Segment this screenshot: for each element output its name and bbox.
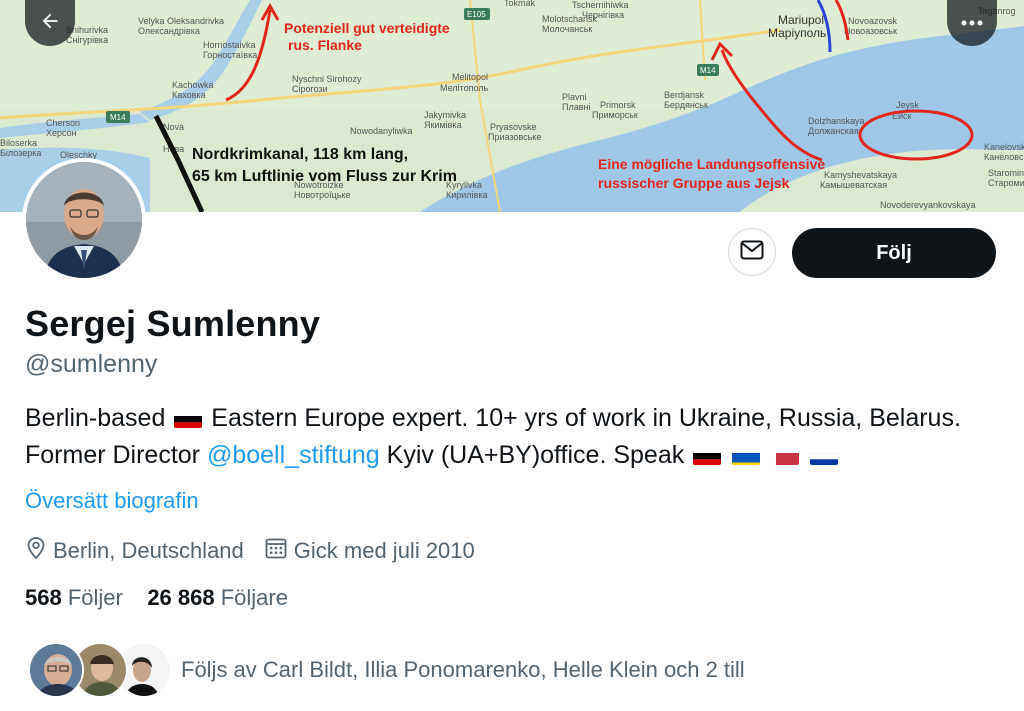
location: Berlin, Deutschland: [25, 536, 244, 566]
svg-text:Berdjansk: Berdjansk: [664, 90, 705, 100]
follow-button[interactable]: Följ: [792, 228, 996, 278]
svg-text:Плавні: Плавні: [562, 102, 590, 112]
svg-text:Бердянськ: Бердянськ: [664, 100, 708, 110]
svg-text:Горностаївка: Горностаївка: [203, 50, 257, 60]
svg-text:Каховка: Каховка: [172, 90, 206, 100]
svg-text:Kanelovska: Kanelovska: [984, 142, 1024, 152]
arrow-left-icon: [39, 10, 61, 37]
svg-text:Melitopol: Melitopol: [452, 72, 488, 82]
followers-count: 26 868: [147, 585, 215, 610]
profile-bio: Berlin-based Eastern Europe expert. 10+ …: [25, 400, 1000, 474]
svg-text:Приморськ: Приморськ: [592, 110, 638, 120]
svg-text:Nyschni Sirohozy: Nyschni Sirohozy: [292, 74, 362, 84]
svg-text:Kachowka: Kachowka: [172, 80, 214, 90]
svg-text:Tokmak: Tokmak: [504, 0, 536, 8]
svg-text:Cherson: Cherson: [46, 118, 80, 128]
svg-text:russischer Gruppe aus Jejsk: russischer Gruppe aus Jejsk: [598, 175, 790, 191]
svg-text:Potenziell gut verteidigte: Potenziell gut verteidigte: [284, 20, 450, 36]
svg-text:Молочанськ: Молочанськ: [542, 24, 592, 34]
location-text: Berlin, Deutschland: [53, 538, 244, 563]
svg-text:Старомин: Старомин: [988, 178, 1024, 188]
join-date-text: Gick med juli 2010: [293, 538, 475, 563]
svg-text:Jeysk: Jeysk: [896, 100, 920, 110]
svg-text:Новоазовськ: Новоазовськ: [844, 26, 897, 36]
svg-text:Сірогози: Сірогози: [292, 84, 328, 94]
svg-text:Мелітополь: Мелітополь: [440, 83, 489, 93]
svg-text:Білозерка: Білозерка: [0, 148, 41, 158]
followers-link[interactable]: 26 868 Följare: [147, 585, 288, 610]
envelope-icon: [740, 240, 764, 265]
display-name: Sergej Sumlenny: [25, 303, 321, 344]
following-count: 568: [25, 585, 62, 610]
svg-text:Херсон: Херсон: [46, 128, 77, 138]
svg-text:E105: E105: [467, 10, 486, 19]
svg-text:65 km Luftlinie vom Fluss zur: 65 km Luftlinie vom Fluss zur Krim: [192, 168, 457, 185]
ukraine-flag-icon: [732, 446, 761, 465]
followed-by-text: Följs av Carl Bildt, Illia Ponomarenko, …: [181, 657, 745, 682]
germany-flag-icon: [693, 446, 722, 465]
svg-text:Nowodanyliwka: Nowodanyliwka: [350, 126, 413, 136]
svg-text:Dolzhanskaya: Dolzhanskaya: [808, 116, 865, 126]
svg-text:Олександрівка: Олександрівка: [138, 26, 200, 36]
svg-text:Eine mögliche Landungsoffensiv: Eine mögliche Landungsoffensive: [598, 156, 825, 172]
message-button[interactable]: [728, 228, 776, 276]
svg-text:Маріуполь: Маріуполь: [768, 26, 826, 40]
svg-text:Primorsk: Primorsk: [600, 100, 636, 110]
svg-text:M14: M14: [110, 113, 126, 122]
germany-flag-icon: [174, 409, 203, 428]
profile-banner[interactable]: M14 M14 E105 Snihurivka Снігурівка Velyk…: [0, 0, 1024, 212]
svg-text:M14: M14: [700, 66, 716, 75]
svg-text:Новотроїцьке: Новотроїцьке: [294, 190, 351, 200]
svg-text:Kamyshevatskaya: Kamyshevatskaya: [824, 170, 897, 180]
translate-bio-link[interactable]: Översätt biografin: [25, 488, 199, 514]
join-date: Gick med juli 2010: [264, 536, 475, 566]
svg-text:Novoazovsk: Novoazovsk: [848, 16, 898, 26]
svg-text:Кирилівка: Кирилівка: [446, 190, 487, 200]
svg-text:Novoderevyankovskaya: Novoderevyankovskaya: [880, 200, 976, 210]
svg-text:rus. Flanke: rus. Flanke: [288, 37, 362, 53]
svg-text:Jakymivka: Jakymivka: [424, 110, 466, 120]
bio-text: Berlin-based: [25, 404, 166, 432]
svg-text:Velyka Oleksandrivka: Velyka Oleksandrivka: [138, 16, 224, 26]
more-horizontal-icon: [960, 14, 984, 32]
followers-label: Följare: [220, 585, 288, 610]
location-pin-icon: [25, 536, 53, 566]
svg-text:Должанская: Должанская: [808, 126, 859, 136]
calendar-icon: [264, 536, 294, 566]
followed-by[interactable]: Följs av Carl Bildt, Illia Ponomarenko, …: [28, 642, 1018, 700]
follower-avatar: [28, 642, 84, 698]
belarus-flag-icon: [771, 446, 800, 465]
svg-text:Nova: Nova: [163, 122, 184, 132]
svg-text:Tschernihiwka: Tschernihiwka: [572, 0, 629, 10]
mention-link[interactable]: @boell_stiftung: [207, 441, 380, 469]
follow-counts: 568 Följer 26 868 Följare: [25, 585, 288, 611]
svg-text:Plavni: Plavni: [562, 92, 587, 102]
svg-text:Приазовське: Приазовське: [488, 132, 541, 142]
svg-text:Камышеватская: Камышеватская: [820, 180, 887, 190]
svg-text:Starominskaya: Starominskaya: [988, 168, 1024, 178]
bio-text: Kyiv (UA+BY)office. Speak: [386, 441, 685, 469]
profile-meta: Berlin, Deutschland Gick med juli 2010: [25, 536, 495, 566]
svg-text:Чернігівка: Чернігівка: [582, 10, 624, 20]
svg-text:Канеловская: Канеловская: [984, 152, 1024, 162]
svg-text:Якимівка: Якимівка: [424, 120, 462, 130]
following-link[interactable]: 568 Följer: [25, 585, 123, 610]
svg-text:Hornostaivka: Hornostaivka: [203, 40, 256, 50]
following-label: Följer: [67, 585, 123, 610]
svg-text:Nordkrimkanal, 118 km lang,: Nordkrimkanal, 118 km lang,: [192, 146, 408, 163]
banner-map: M14 M14 E105 Snihurivka Снігурівка Velyk…: [0, 0, 1024, 212]
svg-text:Mariupol: Mariupol: [778, 13, 824, 27]
svg-text:Biloserka: Biloserka: [0, 138, 37, 148]
profile-avatar[interactable]: [22, 158, 146, 282]
svg-text:Pryasovske: Pryasovske: [490, 122, 537, 132]
russia-flag-icon: [810, 446, 839, 465]
svg-text:Снігурівка: Снігурівка: [66, 35, 108, 45]
avatar-image: [26, 162, 142, 278]
user-handle: @sumlenny: [25, 350, 158, 378]
